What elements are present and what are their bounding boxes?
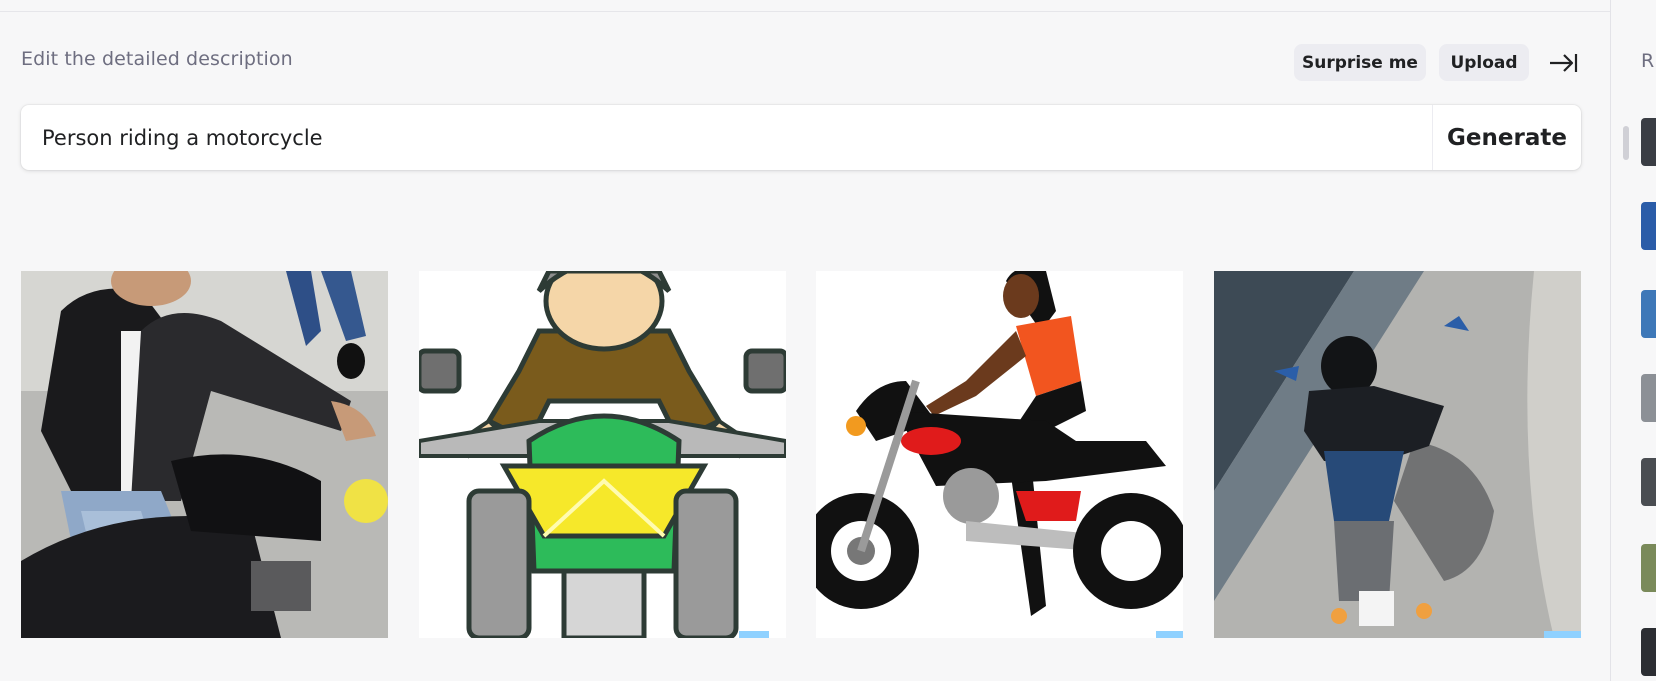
history-thumbnail[interactable] <box>1641 544 1656 592</box>
editor-panel: Edit the detailed description Surprise m… <box>0 0 1610 681</box>
history-heading: R <box>1641 50 1655 72</box>
sidebar-scrollbar[interactable] <box>1623 126 1629 160</box>
prompt-box: Generate <box>21 105 1581 170</box>
result-image-1-art <box>21 271 388 638</box>
result-image-4[interactable] <box>1214 271 1581 638</box>
result-image-3[interactable] <box>816 271 1183 638</box>
result-image-1[interactable] <box>21 271 388 638</box>
history-thumbnail[interactable] <box>1641 458 1656 506</box>
surprise-me-button[interactable]: Surprise me <box>1294 44 1426 81</box>
description-label: Edit the detailed description <box>21 48 293 70</box>
upload-button[interactable]: Upload <box>1439 44 1529 81</box>
history-sidebar: R <box>1610 0 1656 681</box>
history-thumbnail[interactable] <box>1641 290 1656 338</box>
generate-button[interactable]: Generate <box>1432 105 1581 170</box>
history-thumbnail[interactable] <box>1641 202 1656 250</box>
prompt-input[interactable] <box>21 105 1431 170</box>
result-image-2[interactable] <box>419 271 786 638</box>
history-thumbnail[interactable] <box>1641 118 1656 166</box>
result-image-4-art <box>1214 271 1581 638</box>
result-image-2-art <box>419 271 786 638</box>
history-thumbnail[interactable] <box>1641 628 1656 676</box>
collapse-panel-icon[interactable] <box>1547 50 1579 76</box>
result-image-3-art <box>816 271 1183 638</box>
history-thumbnail[interactable] <box>1641 374 1656 422</box>
